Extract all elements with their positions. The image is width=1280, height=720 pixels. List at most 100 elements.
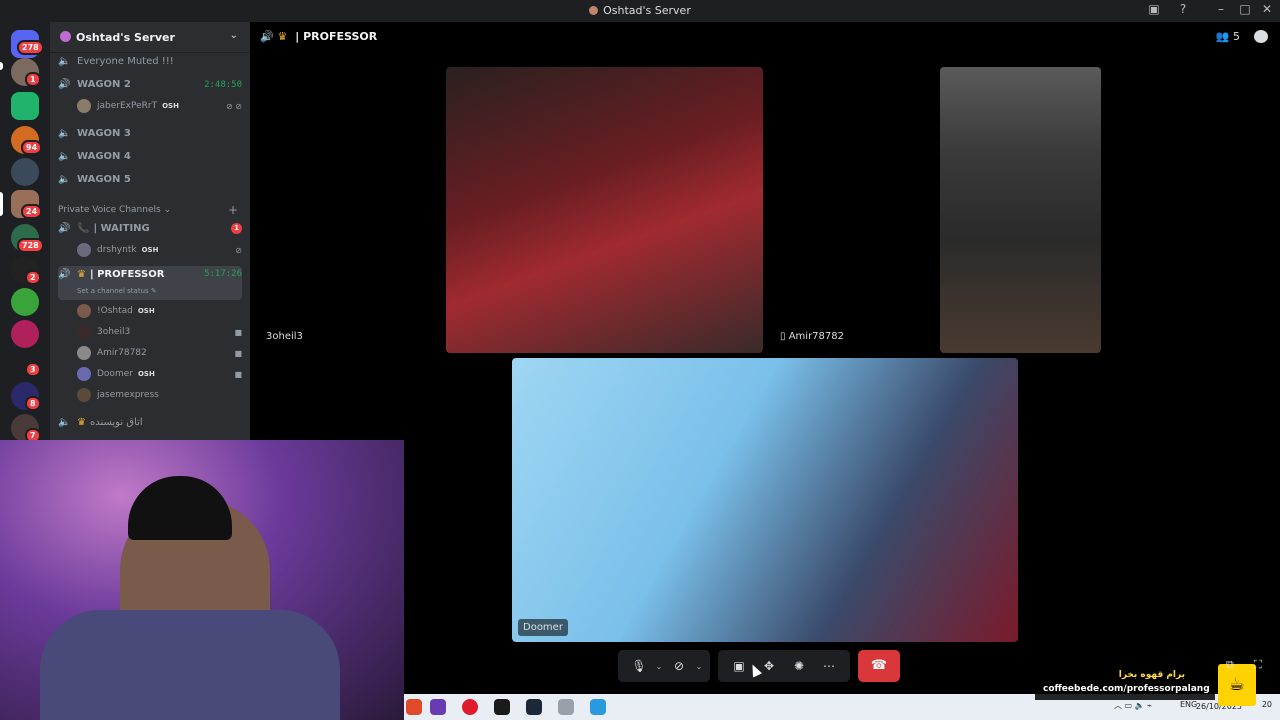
tile-name: Doomer: [518, 619, 568, 636]
opera-icon[interactable]: [462, 699, 478, 715]
avatar: [77, 325, 91, 339]
server-icon: [589, 6, 599, 15]
unread-pill: [0, 62, 3, 70]
server-header[interactable]: Oshtad's Server ⌄: [50, 22, 250, 53]
voice-stage: 🔊 ♛ | PROFESSOR 👥 5 3oheil3 ▯ Amir78782 …: [250, 22, 1280, 690]
voice-user[interactable]: Doomer OSH ■: [77, 364, 242, 384]
speaker-icon: 🔈: [58, 417, 71, 428]
participants-count[interactable]: 👥 5: [1216, 30, 1240, 43]
phone-icon: ▯: [780, 331, 786, 342]
camera-off-icon[interactable]: ⊘: [668, 655, 690, 677]
pencil-icon: ✎: [150, 287, 157, 295]
server-badge: 2: [25, 270, 41, 285]
server-tag: OSH: [137, 307, 155, 315]
phone-icon: 📞: [77, 223, 90, 234]
video-icon: ■: [234, 327, 242, 337]
voice-channel-everyone-muted[interactable]: 🔈 Everyone Muted !!!: [58, 51, 242, 72]
voice-channel-wagon-2[interactable]: 🔊 WAGON 2 2:48:50: [58, 74, 242, 95]
voice-user[interactable]: !Oshtad OSH: [77, 301, 242, 321]
channel-timer: 2:48:50: [204, 79, 242, 90]
voice-channel-wagon-5[interactable]: 🔈 WAGON 5: [58, 169, 242, 190]
coffee-cup-icon: ☕: [1218, 664, 1256, 706]
count-badge: 1: [231, 223, 242, 234]
app-icon[interactable]: [558, 699, 574, 715]
server-icon-4[interactable]: [11, 158, 39, 186]
donation-banner: برام قهوه بخرا coffeebede.com/professorp…: [1035, 666, 1215, 700]
hangup-icon[interactable]: ☎: [858, 650, 900, 682]
channel-timer: 5:17:26: [204, 269, 242, 279]
selected-pill: [0, 192, 3, 216]
pop-out-icon[interactable]: ⧉: [1226, 658, 1234, 672]
input-language[interactable]: ENG: [1180, 700, 1197, 709]
video-tile-doomer[interactable]: Doomer: [512, 358, 1018, 642]
server-tag: OSH: [141, 246, 159, 254]
set-channel-status[interactable]: Set a channel status ✎: [77, 287, 157, 295]
chevron-down-icon[interactable]: ⌄: [694, 662, 704, 671]
stage-header: 🔊 ♛ | PROFESSOR: [260, 30, 378, 43]
voice-user[interactable]: Amir78782 ■: [77, 343, 242, 363]
crown-icon: ♛: [77, 417, 86, 428]
avatar: [77, 346, 91, 360]
server-icon-arc[interactable]: [11, 320, 39, 348]
steam-icon[interactable]: [526, 699, 542, 715]
soundboard-icon[interactable]: ✺: [788, 655, 810, 677]
video-tile-amir78782[interactable]: [940, 67, 1101, 353]
activity-controls: ▣ ✥ ✺ ⋯: [718, 650, 850, 682]
tile-name: 3oheil3: [266, 331, 303, 342]
server-badge: 8: [25, 396, 41, 411]
chevron-down-icon: ⌄: [163, 205, 172, 215]
maximize-button[interactable]: □: [1234, 2, 1256, 16]
server-badge: 728: [17, 238, 44, 253]
voice-user[interactable]: 3oheil3 ■: [77, 322, 242, 342]
app-icon[interactable]: [406, 699, 422, 715]
add-channel-button[interactable]: +: [228, 203, 238, 217]
close-button[interactable]: ✕: [1256, 2, 1278, 16]
app-icon[interactable]: [494, 699, 510, 715]
activities-icon[interactable]: ✥: [758, 655, 780, 677]
media-controls: 🎙 ⌄ ⊘ ⌄: [618, 650, 710, 682]
telegram-icon[interactable]: [590, 699, 606, 715]
voice-user[interactable]: drshyntk OSH ⊘: [77, 240, 242, 260]
app-icon[interactable]: [430, 699, 446, 715]
inbox-icon[interactable]: ▣: [1143, 2, 1165, 16]
server-rail: 278 1 94 24 728 2 3 8 7: [0, 22, 50, 443]
promo-url: coffeebede.com/professorpalang: [1043, 684, 1210, 694]
more-icon[interactable]: ⋯: [818, 655, 840, 677]
server-badge: 1: [25, 72, 41, 87]
server-badge: 94: [21, 140, 43, 155]
voice-channel-wagon-4[interactable]: 🔈 WAGON 4: [58, 146, 242, 167]
speaker-active-icon: 🔊: [58, 269, 71, 280]
server-tag: OSH: [162, 102, 179, 110]
chat-icon[interactable]: [1254, 30, 1268, 43]
speaker-active-icon: 🔊: [58, 223, 71, 234]
crown-icon: ♛: [277, 30, 288, 43]
voice-user[interactable]: jasemexpress: [77, 385, 242, 405]
voice-channel-last[interactable]: 🔈 ♛ اتاق نویسنده: [58, 412, 242, 433]
muted-icon: ⊘: [235, 245, 242, 255]
streamer-webcam: [0, 440, 404, 720]
minimize-button[interactable]: –: [1210, 2, 1232, 16]
avatar: [77, 304, 91, 318]
fullscreen-icon[interactable]: ⛶: [1254, 658, 1262, 672]
mic-icon[interactable]: 🎙: [628, 655, 650, 677]
chevron-down-icon[interactable]: ⌄: [654, 662, 664, 671]
channel-sidebar: Oshtad's Server ⌄ 🔈 Everyone Muted !!! 🔊…: [50, 22, 250, 440]
tray-icons[interactable]: ︿ ▭ 🔈 ⌁: [1114, 700, 1152, 711]
voice-user[interactable]: jaberExPeRrT OSH ⊘ ⊘: [77, 96, 242, 116]
voice-channel-wagon-3[interactable]: 🔈 WAGON 3: [58, 123, 242, 144]
server-icon-rc[interactable]: [11, 288, 39, 316]
dm-badge: 278: [17, 40, 44, 55]
help-icon[interactable]: ?: [1172, 2, 1194, 16]
avatar: [77, 367, 91, 381]
video-icon: ■: [234, 348, 242, 358]
video-tile-3oheil3[interactable]: [446, 67, 763, 353]
avatar: [77, 388, 91, 402]
speaker-active-icon: 🔊: [58, 79, 71, 90]
crown-icon: ♛: [77, 269, 86, 280]
speaker-icon: 🔈: [58, 128, 71, 139]
category-private-voice[interactable]: Private Voice Channels ⌄ +: [58, 203, 238, 217]
notification-count[interactable]: 20: [1262, 700, 1272, 709]
voice-channel-waiting[interactable]: 🔊 📞 | WAITING 1: [58, 218, 242, 239]
server-icon-k[interactable]: [11, 92, 39, 120]
title-bar: Oshtad's Server ▣ ? – □ ✕: [0, 0, 1280, 22]
